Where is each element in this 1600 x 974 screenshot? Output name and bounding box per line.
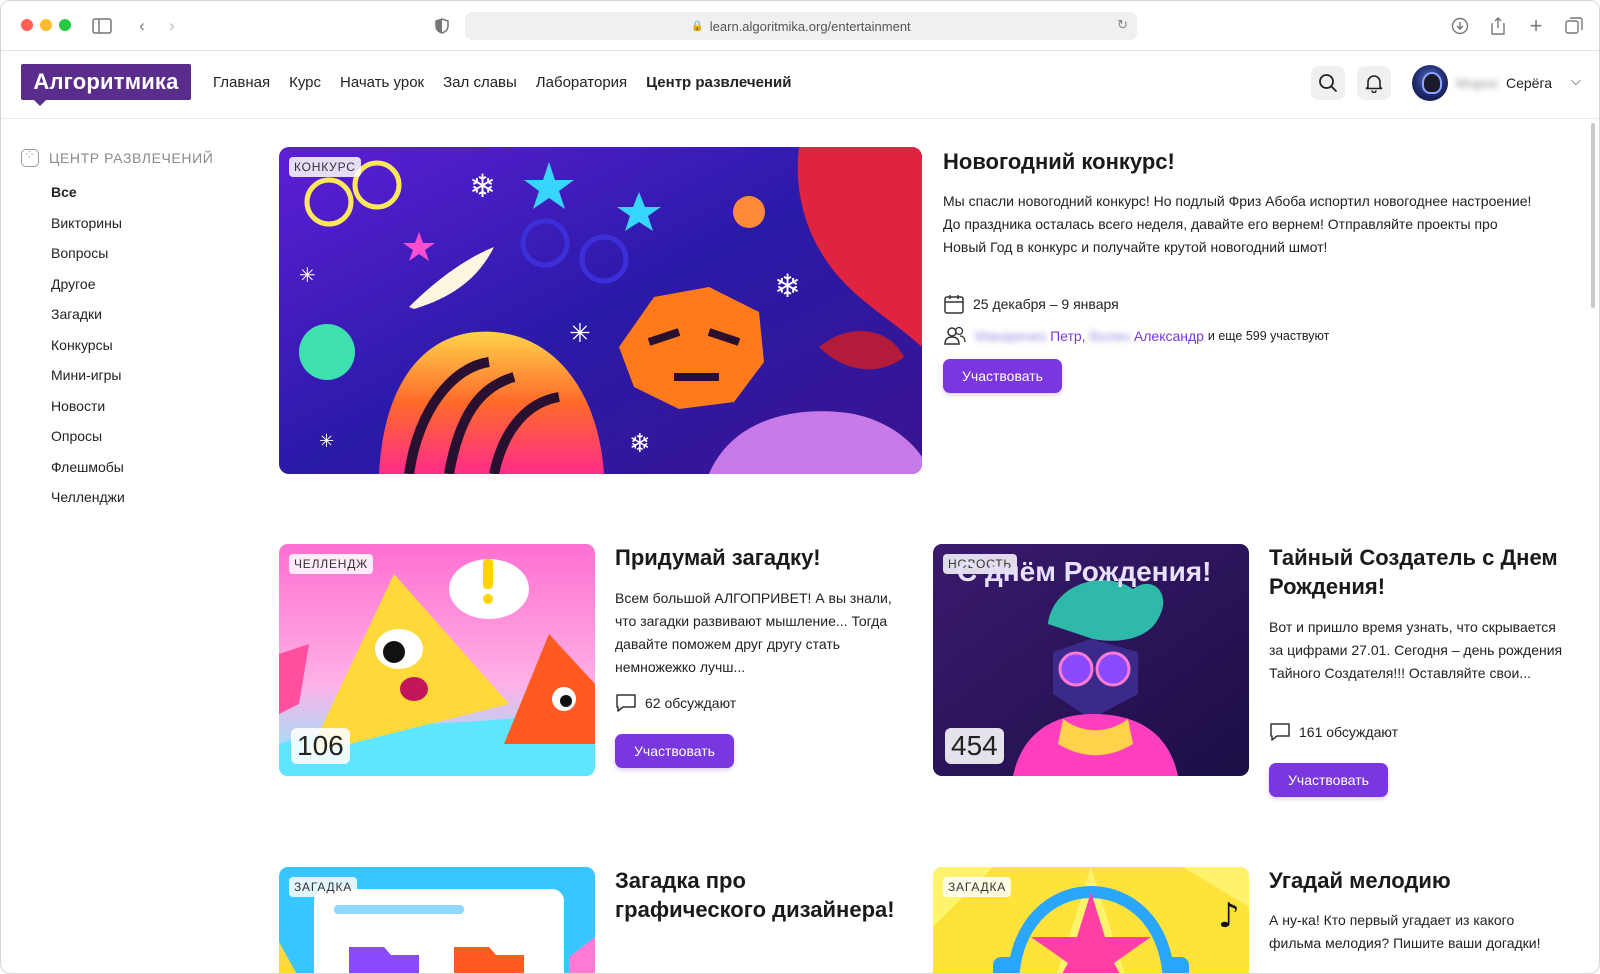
participant-1-surname: Макаренко (975, 328, 1047, 344)
tab-overview-icon[interactable] (1563, 15, 1585, 37)
card-discuss-label: 161 обсуждают (1299, 724, 1398, 740)
address-bar[interactable]: 🔒 learn.algoritmika.org/entertainment ↻ (465, 12, 1137, 40)
share-icon[interactable] (1487, 15, 1509, 37)
nav-hall-of-fame[interactable]: Зал славы (443, 74, 517, 91)
participant-1-name[interactable]: Петр, (1050, 328, 1085, 344)
sidebar-list: Все Викторины Вопросы Другое Загадки Кон… (21, 177, 241, 513)
card-title[interactable]: Придумай загадку! (615, 543, 895, 572)
scrollbar[interactable] (1591, 123, 1595, 308)
nav-start-lesson[interactable]: Начать урок (340, 74, 424, 91)
sidebar-item-polls[interactable]: Опросы (51, 421, 241, 452)
new-tab-icon[interactable]: + (1525, 13, 1547, 38)
card-description: А ну-ка! Кто первый угадает из какого фи… (1269, 912, 1541, 951)
card-image[interactable]: ♪ ЗАГАДКА (933, 867, 1249, 973)
calendar-icon (944, 295, 964, 314)
bell-icon (1365, 75, 1383, 93)
avatar[interactable] (1412, 65, 1448, 101)
featured-dates-label: 25 декабря – 9 января (973, 296, 1119, 312)
lock-icon: 🔒 (691, 20, 704, 32)
participate-button[interactable]: Участвовать (943, 359, 1062, 393)
dice-icon (21, 147, 39, 167)
card-title[interactable]: Тайный Создатель с Днем Рождения! (1269, 543, 1569, 601)
svg-text:❄: ❄ (774, 267, 801, 305)
card-image[interactable]: ЧЕЛЛЕНДЖ 106 (279, 544, 595, 776)
browser-toolbar: ‹ › 🔒 learn.algoritmika.org/entertainmen… (1, 1, 1599, 51)
sidebar: ЦЕНТР РАЗВЛЕЧЕНИЙ Все Викторины Вопросы … (21, 147, 241, 513)
card-description: Всем большой АЛГОПРИВЕТ! А вы знали, что… (615, 590, 892, 675)
minimize-window-button[interactable] (40, 19, 52, 31)
featured-title[interactable]: Новогодний конкурс! (943, 147, 1563, 176)
featured-tag: КОНКУРС (289, 157, 361, 177)
people-icon (944, 326, 966, 345)
card-image-text: С днём Рождения! (957, 556, 1212, 587)
logo[interactable]: Алгоритмика (21, 64, 191, 100)
card-count: 106 (291, 728, 350, 764)
participant-2-surname: Волин (1089, 328, 1131, 344)
card-image[interactable]: НОВОСТЬ С днём Рождения! 454 (933, 544, 1249, 776)
sidebar-item-flashmobs[interactable]: Флешмобы (51, 452, 241, 483)
card-discuss-label: 62 обсуждают (645, 695, 737, 711)
card-discuss: 62 обсуждают (615, 693, 736, 713)
card-title[interactable]: Угадай мелодию (1269, 866, 1569, 895)
card-tag: ЗАГАДКА (943, 877, 1012, 897)
svg-text:❄: ❄ (469, 167, 496, 205)
downloads-icon[interactable] (1449, 15, 1471, 37)
address-url: learn.algoritmika.org/entertainment (709, 18, 911, 34)
sidebar-item-contests[interactable]: Конкурсы (51, 330, 241, 361)
card-discuss: 161 обсуждают (1269, 722, 1398, 742)
sidebar-title: ЦЕНТР РАЗВЛЕЧЕНИЙ (21, 147, 241, 169)
privacy-shield-icon[interactable] (431, 15, 453, 37)
card-description: Вот и пришло время узнать, что скрываетс… (1269, 619, 1563, 681)
nav-home[interactable]: Главная (213, 74, 270, 91)
user-surname: Морох (1456, 75, 1499, 91)
svg-text:✳: ✳ (299, 263, 316, 287)
card-tag: ЧЕЛЛЕНДЖ (289, 554, 374, 574)
svg-text:❄: ❄ (629, 429, 651, 459)
back-icon[interactable]: ‹ (131, 15, 153, 37)
card-image[interactable]: ЗАГАДКА (279, 867, 595, 973)
notifications-button[interactable] (1357, 66, 1391, 100)
comment-icon (616, 694, 636, 712)
browser-window: ‹ › 🔒 learn.algoritmika.org/entertainmen… (0, 0, 1600, 974)
featured-participants: Макаренко Петр, Волин Александр и еще 59… (943, 326, 1329, 346)
reload-icon[interactable]: ↻ (1117, 17, 1128, 33)
participate-button[interactable]: Участвовать (615, 734, 734, 768)
svg-text:✳: ✳ (319, 431, 334, 452)
sidebar-item-all[interactable]: Все (51, 177, 241, 208)
card-title[interactable]: Загадка про графического дизайнера! (615, 866, 895, 924)
sidebar-item-other[interactable]: Другое (51, 269, 241, 300)
sidebar-item-challenges[interactable]: Челленджи (51, 482, 241, 513)
featured-description: Мы спасли новогодний конкурс! Но подлый … (943, 193, 1532, 255)
sidebar-toggle-icon[interactable] (91, 15, 113, 37)
participate-button[interactable]: Участвовать (1269, 763, 1388, 797)
sidebar-item-questions[interactable]: Вопросы (51, 238, 241, 269)
card-count: 454 (945, 728, 1004, 764)
card-tag: ЗАГАДКА (289, 877, 358, 897)
participant-2-name[interactable]: Александр (1134, 328, 1204, 344)
sidebar-item-riddles[interactable]: Загадки (51, 299, 241, 330)
svg-text:✳: ✳ (569, 319, 591, 349)
nav-laboratory[interactable]: Лаборатория (536, 74, 627, 91)
svg-text:♪: ♪ (1218, 896, 1240, 936)
featured-dates: 25 декабря – 9 января (943, 293, 1119, 315)
participants-suffix: и еще 599 участвуют (1207, 329, 1330, 343)
zoom-window-button[interactable] (59, 19, 71, 31)
sidebar-title-label: ЦЕНТР РАЗВЛЕЧЕНИЙ (49, 150, 214, 166)
close-window-button[interactable] (21, 19, 33, 31)
logo-tail (33, 99, 47, 106)
comment-icon (1270, 723, 1290, 741)
search-icon (1319, 74, 1337, 92)
forward-icon[interactable]: › (161, 15, 183, 37)
nav-course[interactable]: Курс (289, 74, 321, 91)
search-button[interactable] (1311, 66, 1345, 100)
user-name[interactable]: Серёга (1506, 75, 1552, 91)
sidebar-item-quizzes[interactable]: Викторины (51, 208, 241, 239)
featured-image[interactable]: ❄ ❄ ❄ ✳ ✳ ✳ КОНКУРС (279, 147, 922, 474)
main-nav: Главная Курс Начать урок Зал славы Лабор… (213, 74, 791, 91)
sidebar-item-mini-games[interactable]: Мини-игры (51, 360, 241, 391)
nav-entertainment[interactable]: Центр развлечений (646, 74, 791, 91)
chevron-down-icon[interactable]: ⌵ (1571, 73, 1581, 89)
sidebar-item-news[interactable]: Новости (51, 391, 241, 422)
site-header: Алгоритмика Главная Курс Начать урок Зал… (1, 51, 1599, 119)
